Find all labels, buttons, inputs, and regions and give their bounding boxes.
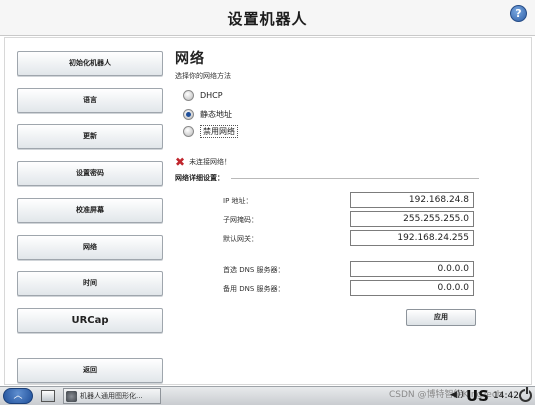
ip-address-label: IP 地址：: [223, 197, 253, 205]
settings-panel: 初始化机器人 语言 更新 设置密码 校准屏幕 网络 时间 URCap 返回 网络…: [4, 37, 532, 385]
taskbar-app-label: 机器人通用图形化...: [80, 392, 143, 400]
network-details-label: 网络详细设置：: [175, 174, 224, 182]
apply-button[interactable]: 应用: [406, 309, 476, 326]
page-title: 设置机器人: [227, 10, 308, 28]
title-bar: 设置机器人 ?: [0, 0, 535, 36]
connection-status-text: 未连接网络！: [189, 158, 232, 166]
speaker-icon[interactable]: ◀)): [450, 390, 464, 400]
preferred-dns-field[interactable]: 0.0.0.0: [350, 261, 474, 277]
ip-address-field[interactable]: 192.168.24.8: [350, 192, 474, 208]
error-x-icon: ✖: [175, 155, 186, 169]
start-icon[interactable]: ︿: [3, 388, 33, 404]
nav-update-button[interactable]: 更新: [17, 124, 163, 149]
subnet-mask-label: 子网掩码：: [223, 216, 258, 224]
app-icon: [66, 390, 77, 402]
clock: 14:42: [493, 391, 519, 401]
help-icon[interactable]: ?: [510, 5, 527, 22]
section-title: 网络: [175, 51, 205, 67]
radio-dhcp-label: DHCP: [200, 91, 223, 100]
divider: [231, 178, 479, 179]
back-button[interactable]: 返回: [17, 358, 163, 383]
power-icon[interactable]: [519, 387, 532, 402]
radio-disable-network-indicator[interactable]: [183, 126, 194, 137]
alternate-dns-field[interactable]: 0.0.0.0: [350, 280, 474, 296]
nav-urcap-button[interactable]: URCap: [17, 308, 163, 333]
nav-initialize-robot-button[interactable]: 初始化机器人: [17, 51, 163, 76]
nav-calibrate-screen-button[interactable]: 校准屏幕: [17, 198, 163, 223]
radio-static-address-label: 静态地址: [200, 110, 232, 119]
preferred-dns-label: 首选 DNS 服务器：: [223, 266, 285, 274]
taskbar: ︿ 机器人通用图形化... CSDN @博特智能KingTech ◀)) US …: [0, 386, 535, 405]
default-gateway-field[interactable]: 192.168.24.255: [350, 230, 474, 246]
radio-dhcp[interactable]: DHCP: [183, 89, 223, 102]
keyboard-layout[interactable]: US: [466, 387, 489, 405]
section-subtitle: 选择你的网络方法: [175, 72, 231, 80]
nav-network-button[interactable]: 网络: [17, 235, 163, 260]
nav-set-password-button[interactable]: 设置密码: [17, 161, 163, 186]
desktop-icon[interactable]: [41, 390, 55, 402]
connection-status: ✖ 未连接网络！: [175, 155, 232, 169]
radio-disable-network[interactable]: 禁用网络: [183, 125, 238, 138]
default-gateway-label: 默认网关：: [223, 235, 258, 243]
taskbar-app-item[interactable]: 机器人通用图形化...: [63, 388, 161, 404]
alternate-dns-label: 备用 DNS 服务器：: [223, 285, 285, 293]
nav-time-button[interactable]: 时间: [17, 271, 163, 296]
radio-dhcp-indicator[interactable]: [183, 90, 194, 101]
radio-static-address-indicator[interactable]: [183, 109, 194, 120]
subnet-mask-field[interactable]: 255.255.255.0: [350, 211, 474, 227]
radio-disable-network-label: 禁用网络: [200, 125, 238, 138]
radio-static-address[interactable]: 静态地址: [183, 108, 232, 121]
nav-language-button[interactable]: 语言: [17, 88, 163, 113]
